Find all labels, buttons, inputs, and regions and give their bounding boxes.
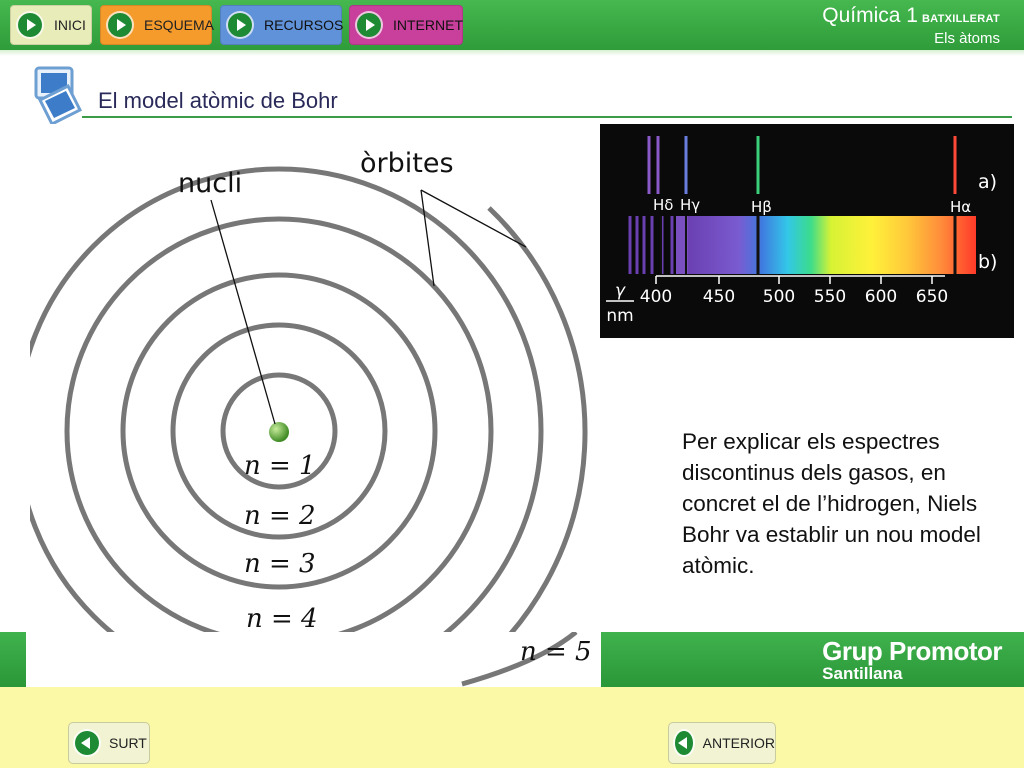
nav-recursos-label: RECURSOS <box>264 17 344 33</box>
top-bar-divider <box>0 50 1024 56</box>
course-info: Química 1 BATXILLERAT Els àtoms <box>822 4 1000 47</box>
title-underline <box>82 116 1012 118</box>
course-title-line: Química 1 BATXILLERAT <box>822 4 1000 28</box>
nav-esquema-button[interactable]: ESQUEMA <box>100 5 215 45</box>
play-icon <box>108 13 132 37</box>
level-label-n1: n = 1 <box>244 451 316 481</box>
back-arrow-icon <box>75 731 99 755</box>
bohr-model-diagram: nucli òrbites n = 1 n = 2 n = 3 n = 4 <box>30 148 588 685</box>
publisher-name: Grup Promotor <box>822 636 1002 666</box>
continuous-spectrum-band <box>686 216 976 274</box>
orbit-n5-arc <box>462 206 588 680</box>
play-icon <box>228 13 252 37</box>
nav-internet-label: INTERNET <box>393 17 463 33</box>
nucleus-label: nucli <box>178 168 242 199</box>
tick-label-400: 400 <box>640 287 672 307</box>
publisher-subname: Santillana <box>822 664 903 683</box>
line-label-h-gamma: Hγ <box>680 196 700 214</box>
nucleus <box>269 422 289 442</box>
nav-inici-button[interactable]: INICI <box>10 5 92 45</box>
axis-symbol: γ <box>615 281 626 301</box>
anterior-label: ANTERIOR <box>702 735 775 751</box>
nav-esquema-label: ESQUEMA <box>144 17 215 33</box>
back-arrow-icon <box>675 731 693 755</box>
course-title: Química 1 <box>822 4 918 27</box>
tick-label-650: 650 <box>916 287 948 307</box>
row-a-label: a) <box>978 171 997 193</box>
surt-label: SURT <box>109 735 147 751</box>
play-icon <box>18 13 42 37</box>
play-icon <box>357 13 381 37</box>
line-label-h-delta: Hδ <box>653 196 673 214</box>
anterior-button[interactable]: ANTERIOR <box>668 722 776 764</box>
unit-title: Els àtoms <box>934 30 1000 47</box>
orbit-n5-overlay: n = 5 <box>461 632 592 687</box>
tick-label-600: 600 <box>865 287 897 307</box>
nav-inici-label: INICI <box>54 17 86 33</box>
tick-label-550: 550 <box>814 287 846 307</box>
explanation-text: Per explicar els espectres discontinus d… <box>682 429 981 578</box>
footer <box>0 687 1024 768</box>
course-level: BATXILLERAT <box>921 13 1000 25</box>
page-title: El model atòmic de Bohr <box>98 88 338 113</box>
orbits-label: òrbites <box>360 148 454 179</box>
surt-button[interactable]: SURT <box>68 722 150 764</box>
level-label-n5: n = 5 <box>520 637 592 667</box>
level-label-n4: n = 4 <box>246 604 318 634</box>
publisher-logo: Grup Promotor Santillana <box>822 636 1002 684</box>
row-b-label: b) <box>978 251 997 273</box>
tick-label-500: 500 <box>763 287 795 307</box>
nav-recursos-button[interactable]: RECURSOS <box>220 5 344 45</box>
orbit-pointer-2 <box>420 189 527 248</box>
line-label-h-alpha: Hα <box>950 198 971 216</box>
line-label-h-beta: Hβ <box>751 198 772 216</box>
hydrogen-spectrum-figure: Hδ Hγ Hβ Hα a) b) 400 450 500 550 600 65… <box>600 124 1014 338</box>
nav-internet-button[interactable]: INTERNET <box>349 5 463 45</box>
level-label-n3: n = 3 <box>244 549 316 579</box>
orbit-pointer-1 <box>420 189 435 287</box>
level-label-n2: n = 2 <box>244 501 316 531</box>
slide-icon <box>34 66 82 124</box>
axis-unit: nm <box>606 306 633 326</box>
tick-label-450: 450 <box>703 287 735 307</box>
